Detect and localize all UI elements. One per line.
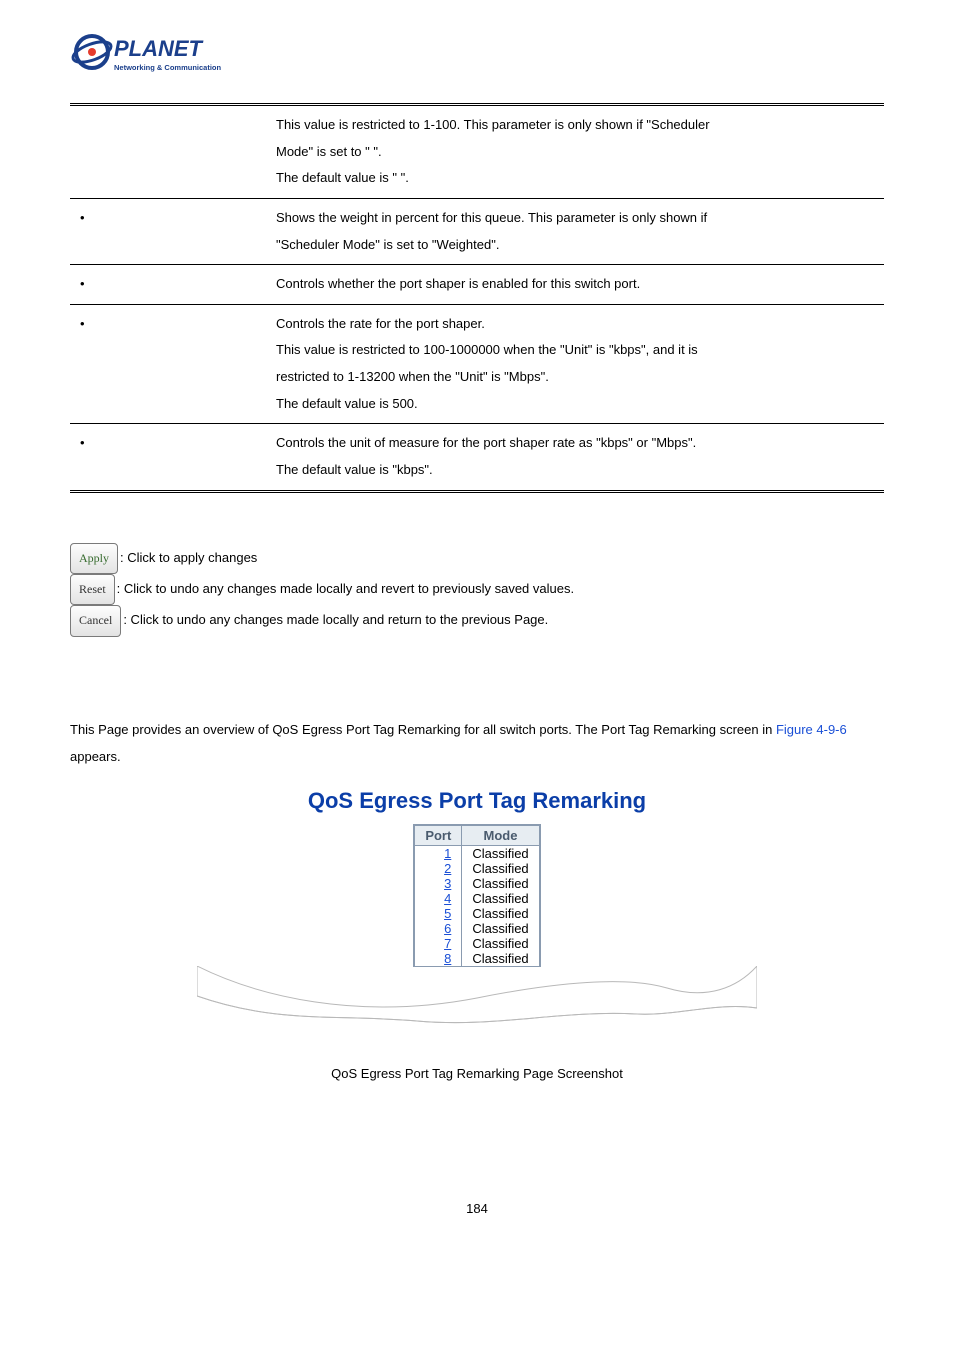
reset-button[interactable]: Reset [70, 574, 115, 605]
text-line: The default value is "kbps". [276, 462, 433, 477]
text-line: Mode" is set to " ". [276, 144, 382, 159]
param-desc: Controls whether the port shaper is enab… [270, 265, 884, 305]
mode-cell: Classified [462, 951, 539, 966]
table-row: • Controls whether the port shaper is en… [70, 265, 884, 305]
table-row: 6Classified [415, 921, 539, 936]
param-label: • [70, 198, 270, 264]
port-link[interactable]: 1 [415, 846, 462, 862]
col-mode: Mode [462, 826, 539, 846]
mode-cell: Classified [462, 891, 539, 906]
cancel-desc: : Click to undo any changes made locally… [123, 613, 548, 628]
table-row: 1Classified [415, 846, 539, 862]
port-link[interactable]: 6 [415, 921, 462, 936]
port-link[interactable]: 3 [415, 876, 462, 891]
text-line: The default value is " ". [276, 170, 409, 185]
brand-logo: PLANET Networking & Communication [70, 30, 884, 85]
mode-cell: Classified [462, 861, 539, 876]
intro-text-b: appears. [70, 749, 121, 764]
port-link[interactable]: 4 [415, 891, 462, 906]
port-link[interactable]: 2 [415, 861, 462, 876]
buttons-block: Apply: Click to apply changes Reset: Cli… [70, 543, 884, 637]
text-line: Shows the weight in percent for this que… [276, 210, 707, 225]
page-number: 184 [70, 1201, 884, 1216]
figure-caption: QoS Egress Port Tag Remarking Page Scree… [70, 1066, 884, 1081]
section-body: This Page provides an overview of QoS Eg… [70, 717, 884, 770]
port-link[interactable]: 7 [415, 936, 462, 951]
param-desc: This value is restricted to 1-100. This … [270, 105, 884, 199]
svg-text:Networking & Communication: Networking & Communication [114, 63, 222, 72]
text-line: Controls the rate for the port shaper. [276, 316, 485, 331]
param-desc: Controls the rate for the port shaper. T… [270, 304, 884, 424]
reset-desc: : Click to undo any changes made locally… [117, 581, 574, 596]
param-desc: Controls the unit of measure for the por… [270, 424, 884, 491]
text-line: Controls whether the port shaper is enab… [276, 276, 640, 291]
qos-title: QoS Egress Port Tag Remarking [70, 788, 884, 814]
param-desc: Shows the weight in percent for this que… [270, 198, 884, 264]
table-row: • Controls the rate for the port shaper.… [70, 304, 884, 424]
param-label: • [70, 424, 270, 491]
text-line: This value is restricted to 100-1000000 … [276, 342, 698, 357]
port-link[interactable]: 5 [415, 906, 462, 921]
planet-logo-icon: PLANET Networking & Communication [70, 30, 250, 80]
parameters-table: This value is restricted to 1-100. This … [70, 103, 884, 493]
param-label [70, 105, 270, 199]
mode-cell: Classified [462, 846, 539, 862]
apply-button[interactable]: Apply [70, 543, 118, 574]
param-label: • [70, 304, 270, 424]
table-row: 2Classified [415, 861, 539, 876]
mode-cell: Classified [462, 906, 539, 921]
param-label: • [70, 265, 270, 305]
table-row: 3Classified [415, 876, 539, 891]
text-line: "Scheduler Mode" is set to "Weighted". [276, 237, 499, 252]
mode-cell: Classified [462, 876, 539, 891]
table-header-row: Port Mode [415, 826, 539, 846]
intro-text: This Page provides an overview of QoS Eg… [70, 722, 776, 737]
table-row: 7Classified [415, 936, 539, 951]
col-port: Port [415, 826, 462, 846]
cancel-button[interactable]: Cancel [70, 605, 121, 636]
mode-cell: Classified [462, 936, 539, 951]
port-link[interactable]: 8 [415, 951, 462, 966]
table-row: This value is restricted to 1-100. This … [70, 105, 884, 199]
mode-cell: Classified [462, 921, 539, 936]
qos-remarking-table: Port Mode 1Classified 2Classified 3Class… [413, 824, 540, 967]
figure-reference-link[interactable]: Figure 4-9-6 [776, 722, 847, 737]
torn-paper-overlay [197, 966, 757, 1036]
apply-desc: : Click to apply changes [120, 550, 257, 565]
table-row: • Shows the weight in percent for this q… [70, 198, 884, 264]
table-row: • Controls the unit of measure for the p… [70, 424, 884, 491]
text-line: The default value is 500. [276, 396, 418, 411]
text-line: This value is restricted to 1-100. This … [276, 117, 710, 132]
svg-text:PLANET: PLANET [114, 36, 204, 61]
text-line: restricted to 1-13200 when the "Unit" is… [276, 369, 549, 384]
table-row: 8Classified [415, 951, 539, 966]
table-row: 4Classified [415, 891, 539, 906]
text-line: Controls the unit of measure for the por… [276, 435, 696, 450]
table-row: 5Classified [415, 906, 539, 921]
